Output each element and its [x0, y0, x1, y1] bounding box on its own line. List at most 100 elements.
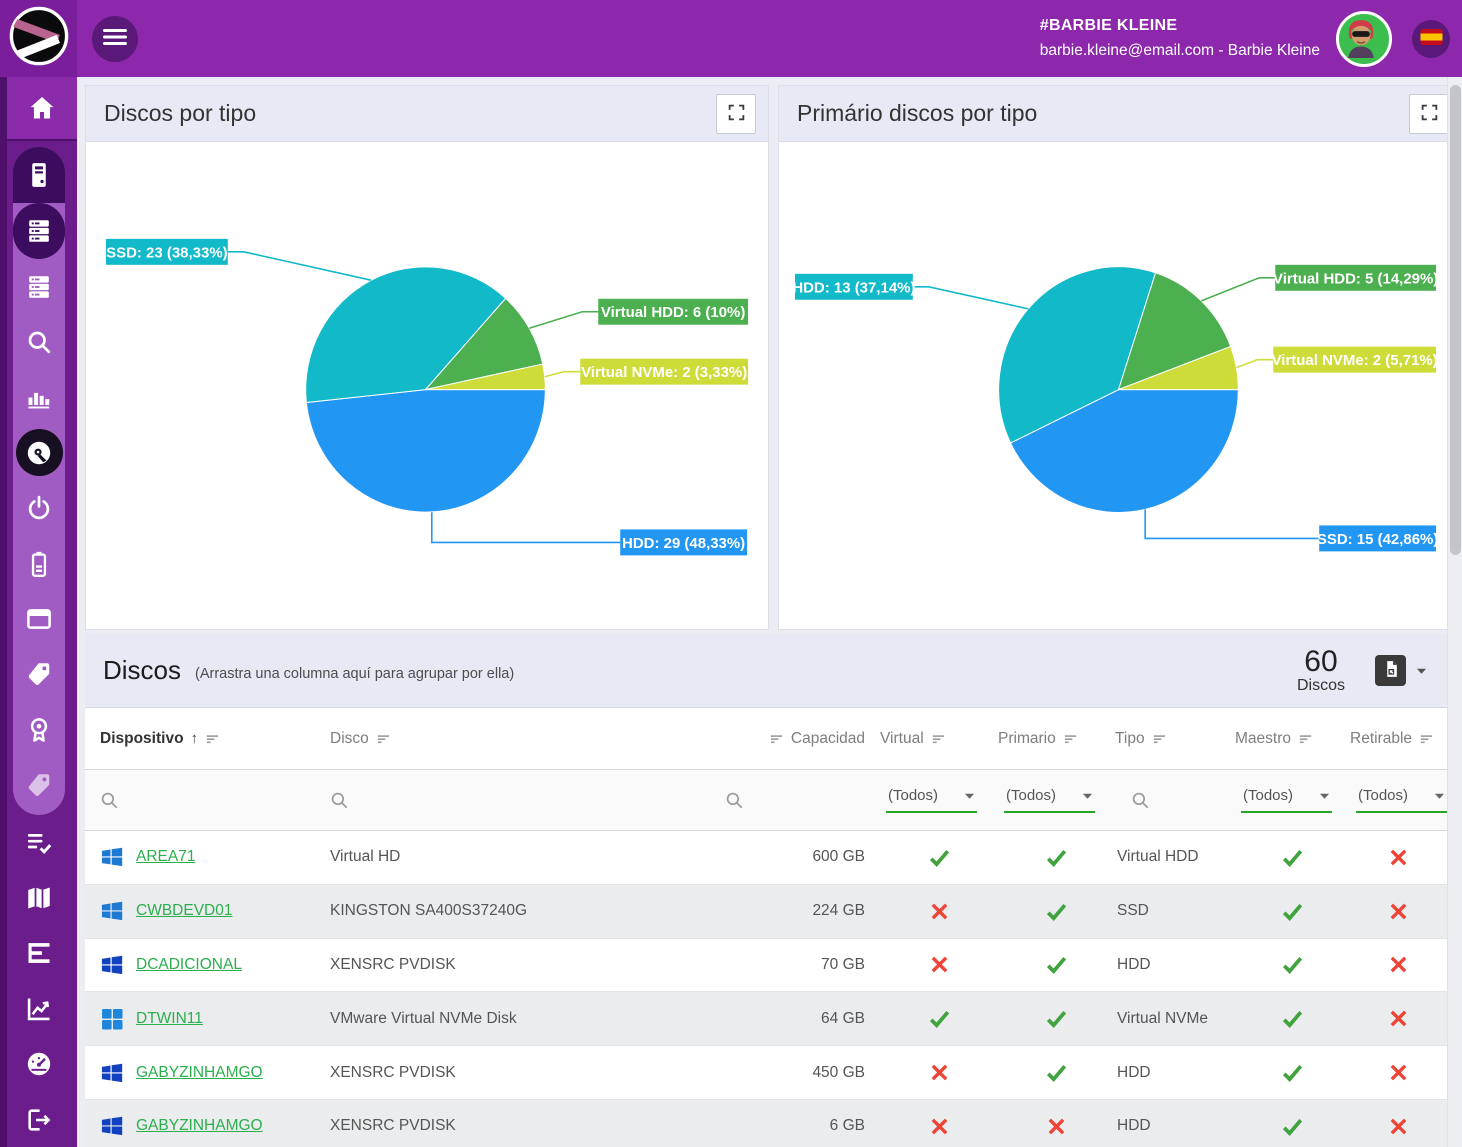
sidebar-item-checklist[interactable]: [13, 815, 65, 870]
search-icon[interactable]: [1131, 791, 1150, 810]
cell-retirable: [1350, 992, 1447, 1045]
header-filter-icon[interactable]: [769, 731, 784, 746]
spain-flag-icon: [1420, 29, 1443, 48]
filter-cell-maestro[interactable]: (Todos): [1235, 787, 1350, 813]
app-logo[interactable]: [0, 0, 77, 77]
sidebar-item-tag[interactable]: [13, 647, 65, 702]
column-header-retirable[interactable]: Retirable: [1350, 730, 1447, 748]
cell-tipo: Virtual NVMe: [1115, 992, 1235, 1045]
filter-cell-retirable[interactable]: (Todos): [1350, 787, 1447, 813]
map-icon: [25, 884, 53, 912]
user-info: #BARBIE KLEINE barbie.kleine@email.com -…: [1040, 14, 1320, 63]
sidebar-item-award[interactable]: [13, 702, 65, 757]
fullscreen-icon: [727, 103, 746, 125]
sidebar-item-servers[interactable]: [13, 203, 65, 259]
scrollbar[interactable]: [1447, 77, 1462, 1147]
check-icon: [1045, 1007, 1068, 1030]
filter-cell-capacidad[interactable]: [700, 791, 880, 810]
fullscreen-button[interactable]: [1409, 94, 1449, 134]
filter-cell-virtual[interactable]: (Todos): [880, 787, 998, 813]
panel-header: Primário discos por tipo: [779, 86, 1461, 142]
cell-capacidad: 64 GB: [700, 992, 880, 1045]
filter-cell-tipo[interactable]: [1115, 791, 1235, 810]
cell-virtual: [880, 939, 998, 992]
header-filter-icon[interactable]: [1419, 731, 1434, 746]
filter-cell-primario[interactable]: (Todos): [998, 787, 1115, 813]
column-header-maestro[interactable]: Maestro: [1235, 730, 1350, 748]
cell-capacidad: 600 GB: [700, 831, 880, 884]
pie-label-text: Virtual NVMe: 2 (5,71%): [1272, 352, 1438, 369]
checklist-icon: [25, 829, 53, 857]
device-link[interactable]: AREA71: [136, 848, 195, 866]
export-dropdown-caret[interactable]: [1416, 667, 1427, 675]
pie-slice-hdd[interactable]: [306, 390, 545, 512]
device-link[interactable]: GABYZINHAMGO: [136, 1117, 263, 1135]
device-link[interactable]: DCADICIONAL: [136, 956, 242, 974]
sidebar-item-servers[interactable]: [13, 259, 65, 314]
pie-label-connector: [913, 287, 1028, 309]
filter-cell-disco[interactable]: [320, 791, 700, 810]
avatar[interactable]: [1336, 11, 1392, 67]
sidebar-item-gauge[interactable]: [13, 1036, 65, 1091]
column-header-primario[interactable]: Primario: [998, 730, 1115, 748]
column-header-dispositivo[interactable]: Dispositivo↑: [85, 730, 320, 748]
filter-select[interactable]: (Todos): [886, 787, 977, 813]
sidebar-item-hard-disk[interactable]: [13, 425, 65, 480]
search-icon[interactable]: [725, 791, 744, 810]
header-filter-icon[interactable]: [376, 731, 391, 746]
column-label: Disco: [330, 730, 369, 748]
sidebar-item-map[interactable]: [13, 870, 65, 925]
cross-icon: [1388, 847, 1409, 868]
line-chart-icon: [25, 995, 53, 1023]
column-header-disco[interactable]: Disco: [320, 730, 700, 748]
group-panel-hint: (Arrastra una columna aquí para agrupar …: [195, 660, 514, 682]
sidebar-item-search[interactable]: [13, 314, 65, 369]
filter-select[interactable]: (Todos): [1004, 787, 1095, 813]
tower-pc-icon: [25, 161, 53, 189]
sidebar-item-tower-pc[interactable]: [13, 147, 65, 203]
app-header: #BARBIE KLEINE barbie.kleine@email.com -…: [0, 0, 1462, 77]
fullscreen-button[interactable]: [716, 94, 756, 134]
header-filter-icon[interactable]: [1298, 731, 1313, 746]
sidebar-item-home[interactable]: [7, 77, 77, 139]
menu-button[interactable]: [92, 16, 138, 62]
sidebar-item-line-chart[interactable]: [13, 981, 65, 1036]
device-link[interactable]: GABYZINHAMGO: [136, 1064, 263, 1082]
cell-primario: [998, 831, 1115, 884]
filter-cell-dispositivo[interactable]: [85, 791, 320, 810]
column-header-virtual[interactable]: Virtual: [880, 730, 998, 748]
sidebar-item-bars[interactable]: [13, 926, 65, 981]
table-row: DCADICIONALXENSRC PVDISK70 GBHDD: [85, 939, 1447, 993]
filter-select[interactable]: (Todos): [1356, 787, 1447, 813]
device-link[interactable]: CWBDEVD01: [136, 902, 232, 920]
sidebar-item-window[interactable]: [13, 591, 65, 646]
search-icon[interactable]: [100, 791, 119, 810]
column-header-capacidad[interactable]: Capacidad: [700, 730, 880, 748]
header-filter-icon[interactable]: [1063, 731, 1078, 746]
export-button[interactable]: [1375, 655, 1406, 686]
header-filter-icon[interactable]: [931, 731, 946, 746]
sidebar-item-tag[interactable]: [13, 758, 65, 813]
pie-chart-discos-por-tipo: HDD: 29 (48,33%)SSD: 23 (38,33%)Virtual …: [86, 142, 768, 630]
language-flag-button[interactable]: [1412, 20, 1450, 58]
check-icon: [1281, 846, 1304, 869]
column-label: Maestro: [1235, 730, 1291, 748]
sidebar-item-battery[interactable]: [13, 536, 65, 591]
pie-label-text: SSD: 15 (42,86%): [1317, 531, 1438, 548]
header-filter-icon[interactable]: [1152, 731, 1167, 746]
cross-icon: [1046, 1116, 1067, 1137]
search-icon[interactable]: [330, 791, 349, 810]
header-filter-icon[interactable]: [205, 731, 220, 746]
cell-maestro: [1235, 1100, 1350, 1147]
windows-flag-icon: [99, 1060, 125, 1086]
caret-down-icon: [1434, 792, 1445, 800]
sidebar-item-power[interactable]: [13, 481, 65, 536]
sidebar-item-bar-chart[interactable]: [13, 370, 65, 425]
scrollbar-thumb[interactable]: [1450, 85, 1461, 555]
device-link[interactable]: DTWIN11: [136, 1010, 203, 1028]
filter-select[interactable]: (Todos): [1241, 787, 1332, 813]
column-header-tipo[interactable]: Tipo: [1115, 730, 1235, 748]
sidebar-item-logout[interactable]: [13, 1092, 65, 1147]
cell-virtual: [880, 1100, 998, 1147]
cell-capacidad: 6 GB: [700, 1100, 880, 1147]
